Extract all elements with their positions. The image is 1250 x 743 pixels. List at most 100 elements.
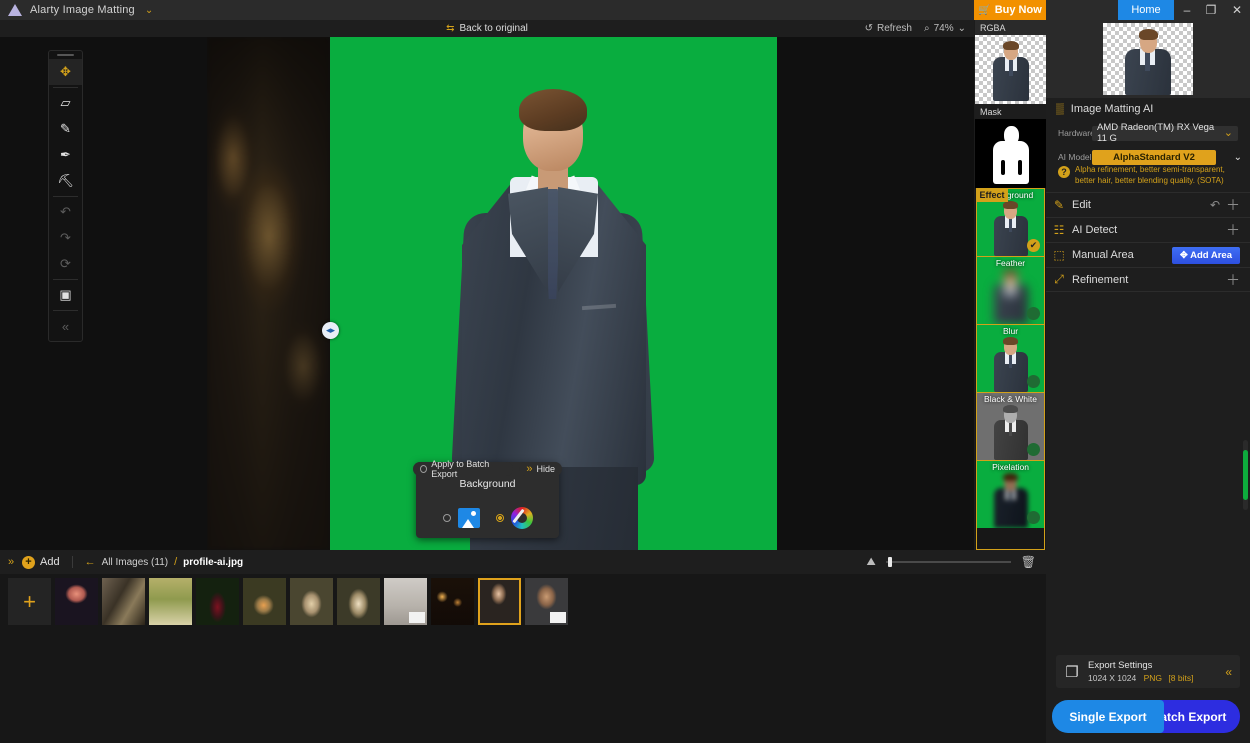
thumbnail-overlay-badge bbox=[409, 612, 425, 623]
ai-model-row: AI Model AlphaStandard V2 ⌄ bbox=[1046, 147, 1250, 167]
delete-icon[interactable]: 🗑 bbox=[1021, 555, 1036, 569]
thumb-blonde-studio[interactable] bbox=[384, 578, 427, 625]
radio-icon-selected[interactable] bbox=[495, 514, 504, 522]
thumb-profile-ai[interactable] bbox=[478, 578, 521, 625]
effect-tab-label[interactable]: Effect bbox=[976, 188, 1008, 202]
cart-icon: 🛒 bbox=[978, 4, 991, 16]
tool-palette: ✥ ▱ ✎ ✒ ⛏ ↶ ↷ ⟳ ▣ « bbox=[48, 50, 83, 342]
ai-model-value: AlphaStandard V2 bbox=[1113, 151, 1195, 163]
back-to-original-button[interactable]: ⇆ Back to original bbox=[446, 23, 528, 34]
breadcrumb-all-images[interactable]: All Images (11) bbox=[102, 557, 169, 568]
radio-icon[interactable] bbox=[442, 514, 451, 522]
thumb-woman-portrait[interactable] bbox=[337, 578, 380, 625]
thumbnail-overlay-badge bbox=[550, 612, 566, 623]
roller-tool[interactable]: ⛏ bbox=[49, 168, 82, 194]
mask-head bbox=[1004, 126, 1019, 145]
chevron-down-icon[interactable]: ⌄ bbox=[958, 23, 966, 34]
thumb-night-lights[interactable] bbox=[431, 578, 474, 625]
refinement-icon: ⤢ bbox=[1054, 272, 1064, 286]
slider-knob[interactable] bbox=[887, 557, 892, 567]
effect-selected-badge[interactable]: ✔ bbox=[1027, 239, 1040, 252]
minimize-button[interactable]: – bbox=[1174, 0, 1200, 20]
mask-label: Mask bbox=[975, 104, 1046, 119]
thumb-bride-flowers[interactable] bbox=[243, 578, 286, 625]
help-icon[interactable]: ? bbox=[1058, 166, 1070, 178]
close-button[interactable]: ✕ bbox=[1224, 0, 1250, 20]
collapse-tools-button[interactable]: « bbox=[49, 313, 82, 339]
back-arrow-icon[interactable]: ← bbox=[85, 556, 96, 568]
refresh-button[interactable]: ↺ Refresh bbox=[865, 23, 912, 34]
ai-model-select[interactable]: AlphaStandard V2 ⌄ bbox=[1092, 149, 1242, 165]
hide-button[interactable]: » Hide bbox=[519, 462, 562, 476]
effect-card-feather[interactable]: Feather bbox=[977, 257, 1044, 325]
thumb-fantasy-art[interactable] bbox=[102, 578, 145, 625]
single-export-button[interactable]: Single Export bbox=[1052, 700, 1164, 733]
color-picker-icon[interactable] bbox=[510, 507, 533, 529]
effect-toggle-dot[interactable] bbox=[1027, 511, 1040, 524]
subject-hair bbox=[1003, 41, 1019, 50]
chevron-down-icon: ⌄ bbox=[1223, 126, 1233, 139]
thumb-jellyfish[interactable] bbox=[55, 578, 98, 625]
thumb-red-dress[interactable] bbox=[196, 578, 239, 625]
edit-add-button[interactable]: ＋ bbox=[1226, 195, 1250, 215]
breadcrumb-current-file: profile-ai.jpg bbox=[183, 556, 244, 568]
zoom-control[interactable]: ⌕ 74% ⌄ bbox=[924, 23, 966, 34]
chevron-down-icon[interactable]: ⌄ bbox=[1234, 152, 1242, 163]
effect-card-pixelation[interactable]: Pixelation bbox=[977, 461, 1044, 528]
effect-toggle-dot[interactable] bbox=[1027, 443, 1040, 456]
panel-row-refinement[interactable]: ⤢ Refinement ＋ bbox=[1046, 267, 1250, 292]
move-tool[interactable]: ✥ bbox=[49, 59, 82, 85]
rgba-preview-thumbnail[interactable] bbox=[975, 33, 1046, 104]
mask-preview-thumbnail[interactable] bbox=[975, 119, 1046, 188]
pen-tool[interactable]: ✎ bbox=[49, 116, 82, 142]
add-images-button[interactable]: + Add bbox=[22, 555, 60, 569]
chevron-up-icon[interactable]: « bbox=[1225, 665, 1240, 679]
result-preview[interactable] bbox=[1046, 20, 1250, 98]
thumb-bicycle[interactable] bbox=[149, 578, 192, 625]
background-color-option[interactable] bbox=[495, 507, 533, 529]
tool-palette-drag-handle[interactable] bbox=[49, 51, 82, 59]
before-after-slider-handle[interactable]: ◂▸ bbox=[322, 322, 339, 339]
thumbnail-size-slider[interactable] bbox=[885, 557, 1011, 567]
edit-icon: ✎ bbox=[1053, 198, 1065, 212]
background-image-option[interactable] bbox=[442, 508, 480, 528]
image-icon[interactable] bbox=[457, 508, 480, 528]
effect-card-black-and-white[interactable]: Black & White bbox=[977, 393, 1044, 461]
home-button[interactable]: Home bbox=[1118, 0, 1174, 20]
panel-scrollbar-thumb[interactable] bbox=[1243, 450, 1248, 500]
undo-tool[interactable]: ↶ bbox=[49, 199, 82, 225]
chevron-down-icon[interactable]: ⌄ bbox=[145, 5, 153, 16]
effect-toggle-dot[interactable] bbox=[1027, 307, 1040, 320]
maximize-button[interactable]: ❐ bbox=[1198, 0, 1224, 20]
add-image-thumbnail[interactable]: + bbox=[8, 578, 51, 625]
back-to-original-label: Back to original bbox=[459, 23, 528, 34]
thumb-bearded-man[interactable] bbox=[525, 578, 568, 625]
panel-row-ai-detect[interactable]: ☷ AI Detect ＋ bbox=[1046, 217, 1250, 242]
effect-toggle-dot[interactable] bbox=[1027, 375, 1040, 388]
eraser-tool[interactable]: ▱ bbox=[49, 90, 82, 116]
edit-undo-button[interactable]: ↶ bbox=[1210, 198, 1226, 212]
panel-row-edit[interactable]: ✎ Edit ↶ ＋ bbox=[1046, 192, 1250, 217]
add-area-button[interactable]: ✥ Add Area bbox=[1171, 246, 1240, 264]
redo-tool[interactable]: ↷ bbox=[49, 225, 82, 251]
thumb-woman-garden[interactable] bbox=[290, 578, 333, 625]
crop-tool[interactable]: ▣ bbox=[49, 282, 82, 308]
ai-model-hint: ? Alpha refinement, better semi-transpar… bbox=[1058, 165, 1242, 187]
ai-detect-add-button[interactable]: ＋ bbox=[1226, 220, 1250, 240]
panel-row-manual-area[interactable]: ⬚ Manual Area ✥ Add Area bbox=[1046, 242, 1250, 267]
apply-to-batch-export-toggle[interactable]: Apply to Batch Export bbox=[413, 459, 514, 479]
refinement-add-button[interactable]: ＋ bbox=[1226, 270, 1250, 290]
divider bbox=[53, 87, 78, 88]
blurred-background bbox=[207, 37, 330, 550]
brush-tool[interactable]: ✒ bbox=[49, 142, 82, 168]
effect-card-blur[interactable]: Blur bbox=[977, 325, 1044, 393]
hardware-select[interactable]: AMD Radeon(TM) RX Vega 11 G ⌄ bbox=[1092, 122, 1238, 144]
buy-now-button[interactable]: 🛒 Buy Now bbox=[974, 0, 1046, 20]
collapse-filmstrip-button[interactable]: » bbox=[0, 556, 22, 568]
subject-hair bbox=[1003, 405, 1018, 413]
canvas-toolbar: ⇆ Back to original ↺ Refresh ⌕ 74% ⌄ bbox=[0, 20, 974, 37]
reset-tool[interactable]: ⟳ bbox=[49, 251, 82, 277]
export-settings-card[interactable]: ❐ Export Settings 1024 X 1024 PNG [8 bit… bbox=[1056, 655, 1240, 688]
background-options bbox=[416, 500, 559, 536]
original-image-preview bbox=[207, 37, 330, 550]
